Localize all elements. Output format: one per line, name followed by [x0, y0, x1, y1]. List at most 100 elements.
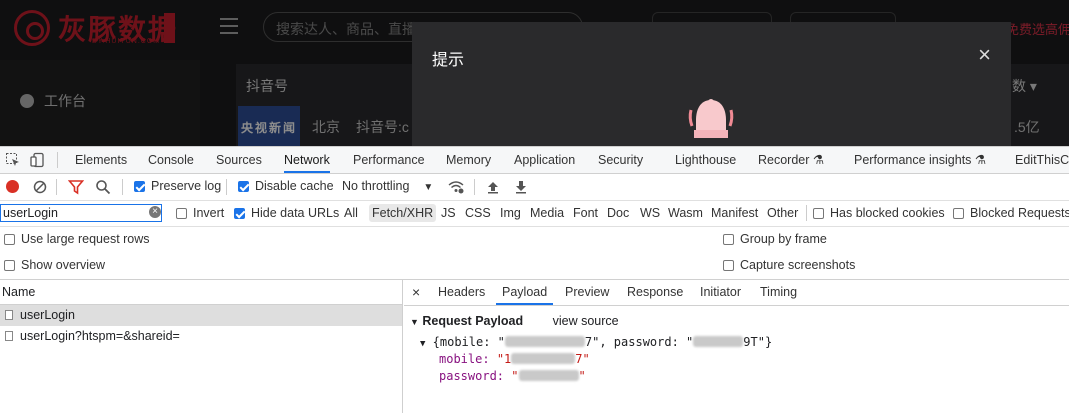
hide-data-urls-label: Hide data URLs [251, 206, 340, 220]
tab-performance-insights[interactable]: Performance insights ⚗ [854, 147, 986, 173]
filter-bar: userLogin × Invert Hide data URLs All Fe… [0, 201, 1069, 227]
tab-response[interactable]: Response [627, 280, 683, 305]
network-toolbar: Preserve log Disable cache No throttling… [0, 174, 1069, 201]
bell-icon [688, 99, 734, 138]
type-css[interactable]: CSS [462, 204, 494, 222]
chevron-down-icon: ▼ [423, 182, 434, 193]
show-overview-label: Show overview [21, 258, 106, 272]
divider [806, 205, 807, 221]
tab-initiator[interactable]: Initiator [700, 280, 741, 305]
request-name: userLogin?htspm=&shareid= [20, 329, 180, 343]
view-source-link[interactable]: view source [553, 314, 619, 328]
preserve-log-checkbox[interactable] [134, 181, 145, 192]
devtools-tabbar: Elements Console Sources Network Perform… [0, 147, 1069, 174]
invert-label: Invert [193, 206, 225, 220]
close-detail-icon[interactable]: × [412, 280, 420, 305]
type-wasm[interactable]: Wasm [665, 204, 706, 222]
type-media[interactable]: Media [527, 204, 567, 222]
tab-elements[interactable]: Elements [75, 147, 127, 173]
tab-payload[interactable]: Payload [496, 280, 554, 305]
large-rows-checkbox[interactable] [4, 234, 15, 245]
divider [226, 179, 227, 195]
payload-header[interactable]: ▼ Request Payload view source [410, 314, 772, 328]
device-toolbar-icon[interactable] [30, 152, 46, 168]
tab-application[interactable]: Application [514, 147, 575, 173]
request-row[interactable]: userLogin?htspm=&shareid= [0, 326, 402, 347]
disable-cache-label: Disable cache [255, 179, 334, 193]
search-icon[interactable] [95, 179, 111, 195]
tab-recorder[interactable]: Recorder ⚗ [758, 147, 824, 173]
settings-pane: Use large request rows Show overview Gro… [0, 227, 1069, 280]
type-doc[interactable]: Doc [604, 204, 632, 222]
triangle-down-icon: ▼ [410, 317, 419, 327]
large-rows-label: Use large request rows [21, 232, 150, 246]
tab-editthiscookie[interactable]: EditThisCo [1015, 147, 1069, 173]
tab-lighthouse[interactable]: Lighthouse [675, 147, 736, 173]
inspect-element-icon[interactable] [5, 152, 21, 168]
redacted-value [518, 370, 579, 381]
section-title: Request Payload [422, 314, 524, 328]
triangle-down-icon: ▼ [420, 339, 426, 349]
clear-filter-icon[interactable]: × [149, 206, 161, 218]
blocked-requests-label: Blocked Requests [970, 206, 1069, 220]
request-detail: × Headers Payload Preview Response Initi… [404, 280, 1069, 413]
payload-mobile-row: mobile: "1 7" [439, 352, 590, 366]
request-row[interactable]: userLogin [0, 305, 402, 326]
record-button[interactable] [6, 180, 19, 193]
has-blocked-cookies-label: Has blocked cookies [830, 206, 945, 220]
tab-headers[interactable]: Headers [438, 280, 485, 305]
type-ws[interactable]: WS [637, 204, 663, 222]
divider [474, 179, 475, 195]
divider [122, 179, 123, 195]
type-font[interactable]: Font [570, 204, 601, 222]
type-all[interactable]: All [341, 204, 361, 222]
group-by-frame-checkbox[interactable] [723, 234, 734, 245]
request-doc-icon [5, 331, 13, 341]
tab-memory[interactable]: Memory [446, 147, 491, 173]
redacted-value [511, 353, 576, 364]
export-har-icon[interactable] [513, 179, 529, 195]
request-list: Name userLogin userLogin?htspm=&shareid= [0, 280, 403, 413]
preserve-log-label: Preserve log [151, 179, 222, 193]
has-blocked-cookies-checkbox[interactable] [813, 208, 824, 219]
filter-input[interactable]: userLogin [0, 204, 162, 222]
type-fetch-xhr[interactable]: Fetch/XHR [369, 204, 437, 222]
close-icon[interactable]: × [978, 42, 991, 68]
website-background: 灰豚数据 BY.HUITUN.COM 搜索达人、商品、直播... 免费选高佣 工… [0, 0, 1069, 146]
capture-screenshots-checkbox[interactable] [723, 260, 734, 271]
import-har-icon[interactable] [485, 179, 501, 195]
show-overview-checkbox[interactable] [4, 260, 15, 271]
modal-title: 提示 [432, 52, 465, 69]
disable-cache-checkbox[interactable] [238, 181, 249, 192]
payload-object[interactable]: ▼ {mobile: " 7", password: " 9T"} [410, 335, 772, 349]
payload-section: ▼ Request Payload view source ▼ {mobile:… [410, 314, 772, 383]
tab-console[interactable]: Console [148, 147, 194, 173]
detail-tabbar: × Headers Payload Preview Response Initi… [404, 280, 1069, 306]
redacted-value [693, 336, 744, 347]
network-conditions-icon[interactable] [448, 179, 464, 195]
tab-security[interactable]: Security [598, 147, 643, 173]
type-img[interactable]: Img [497, 204, 524, 222]
devtools-panel: Elements Console Sources Network Perform… [0, 146, 1069, 413]
tab-performance[interactable]: Performance [353, 147, 425, 173]
type-js[interactable]: JS [438, 204, 459, 222]
tab-timing[interactable]: Timing [760, 280, 797, 305]
request-name: userLogin [20, 308, 75, 322]
throttling-select[interactable]: No throttling ▼ [342, 179, 433, 193]
type-manifest[interactable]: Manifest [708, 204, 761, 222]
tab-sources[interactable]: Sources [216, 147, 262, 173]
blocked-requests-checkbox[interactable] [953, 208, 964, 219]
payload-password-row: password: " " [439, 369, 586, 383]
capture-screenshots-label: Capture screenshots [740, 258, 856, 272]
divider [57, 152, 58, 168]
clear-log-icon[interactable] [32, 179, 48, 195]
type-other[interactable]: Other [764, 204, 801, 222]
tab-preview[interactable]: Preview [565, 280, 609, 305]
notice-modal: 提示 × [412, 22, 1011, 146]
column-header-name[interactable]: Name [0, 280, 402, 305]
hide-data-urls-checkbox[interactable] [234, 208, 245, 219]
redacted-value [504, 336, 585, 347]
filter-icon[interactable] [68, 179, 84, 195]
invert-checkbox[interactable] [176, 208, 187, 219]
tab-network[interactable]: Network [284, 147, 330, 173]
